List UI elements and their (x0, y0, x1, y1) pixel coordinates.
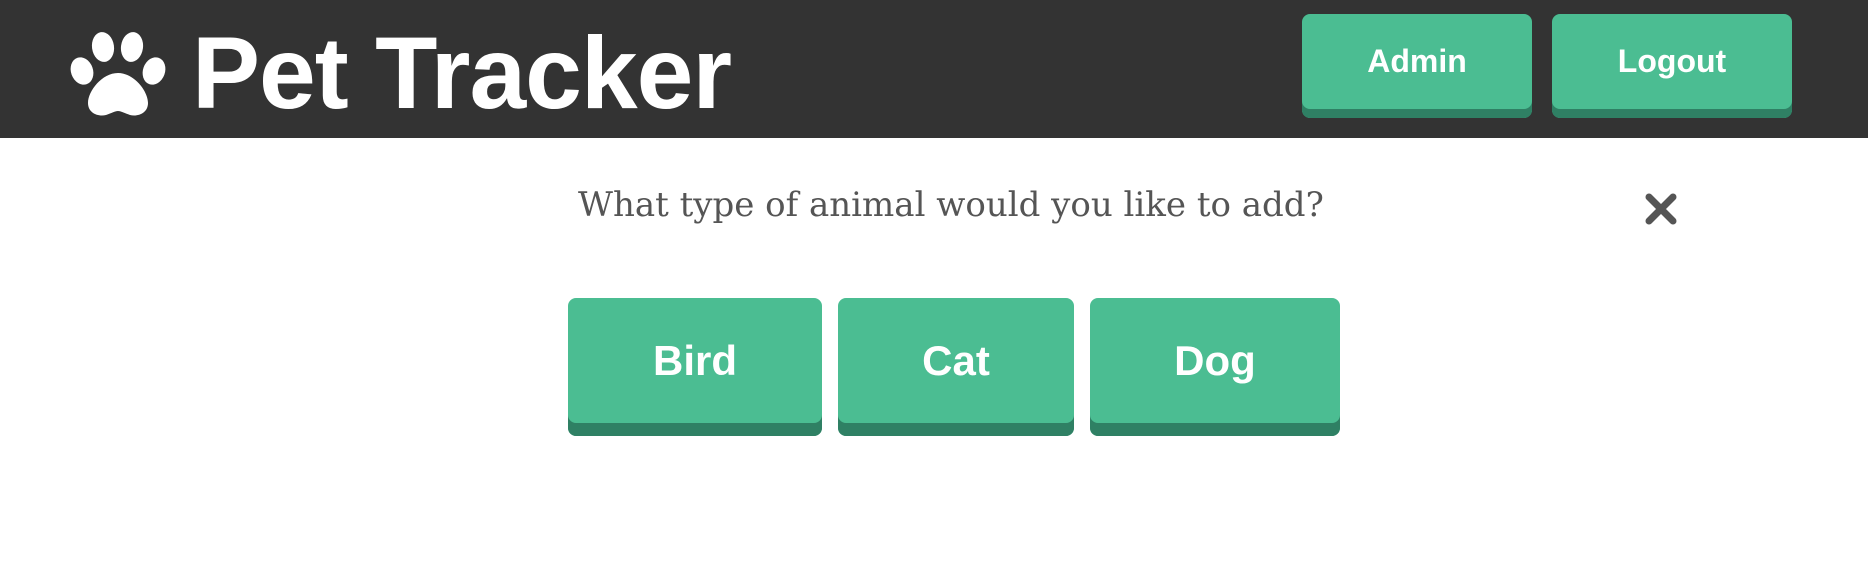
dialog-question: What type of animal would you like to ad… (578, 185, 1324, 225)
top-bar: Pet Tracker Admin Logout (0, 0, 1868, 138)
dog-button[interactable]: Dog (1090, 298, 1340, 436)
app-title: Pet Tracker (192, 16, 732, 130)
logout-button[interactable]: Logout (1552, 14, 1792, 118)
cat-button[interactable]: Cat (838, 298, 1074, 436)
close-icon[interactable] (1642, 190, 1680, 228)
page: Pet Tracker Admin Logout What type of an… (0, 0, 1868, 562)
bird-button[interactable]: Bird (568, 298, 822, 436)
brand[interactable]: Pet Tracker (70, 16, 732, 130)
paw-icon (70, 32, 166, 116)
admin-button[interactable]: Admin (1302, 14, 1532, 118)
